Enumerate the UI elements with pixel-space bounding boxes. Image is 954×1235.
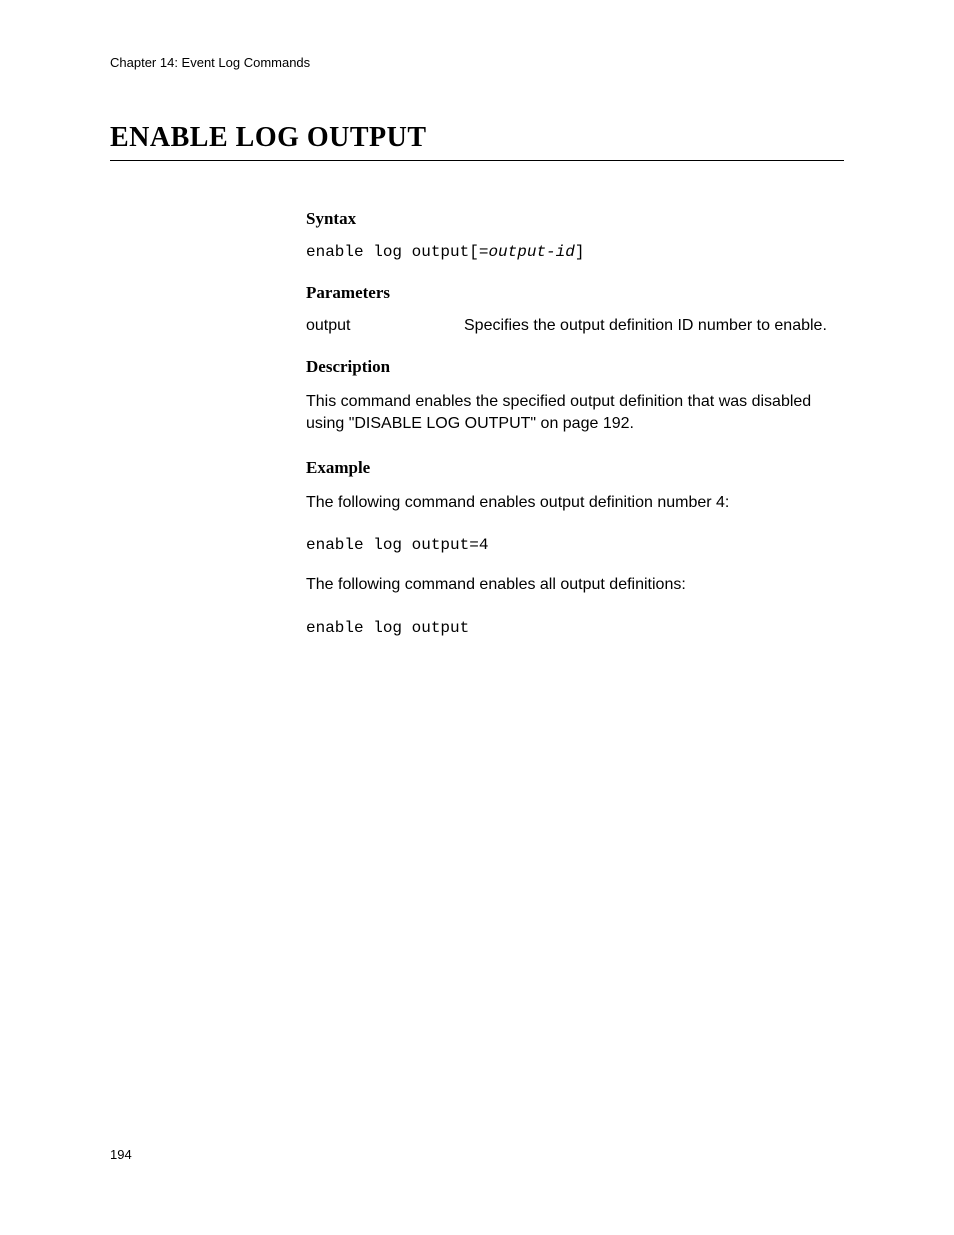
parameters-section: Parameters output Specifies the output d… <box>306 283 844 335</box>
parameters-heading: Parameters <box>306 283 844 303</box>
parameter-row: output Specifies the output definition I… <box>306 317 844 335</box>
chapter-header: Chapter 14: Event Log Commands <box>110 55 844 70</box>
page-number: 194 <box>110 1147 132 1162</box>
example-code-2: enable log output <box>306 619 844 637</box>
page-title: ENABLE LOG OUTPUT <box>110 122 844 161</box>
syntax-code-suffix: ] <box>575 243 585 261</box>
description-heading: Description <box>306 357 844 377</box>
description-text: This command enables the specified outpu… <box>306 391 844 436</box>
example-code-1: enable log output=4 <box>306 536 844 554</box>
parameter-description: Specifies the output definition ID numbe… <box>464 317 827 335</box>
parameter-name: output <box>306 317 464 335</box>
syntax-code-variable: output-id <box>488 243 574 261</box>
syntax-heading: Syntax <box>306 209 844 229</box>
example-section: Example The following command enables ou… <box>306 458 844 637</box>
example-heading: Example <box>306 458 844 478</box>
page-container: Chapter 14: Event Log Commands ENABLE LO… <box>0 0 954 637</box>
syntax-code: enable log output[=output-id] <box>306 243 844 261</box>
description-section: Description This command enables the spe… <box>306 357 844 436</box>
example-intro-2: The following command enables all output… <box>306 574 844 596</box>
syntax-section: Syntax enable log output[=output-id] <box>306 209 844 261</box>
content-area: Syntax enable log output[=output-id] Par… <box>110 209 844 637</box>
syntax-code-prefix: enable log output[= <box>306 243 488 261</box>
example-intro-1: The following command enables output def… <box>306 492 844 514</box>
